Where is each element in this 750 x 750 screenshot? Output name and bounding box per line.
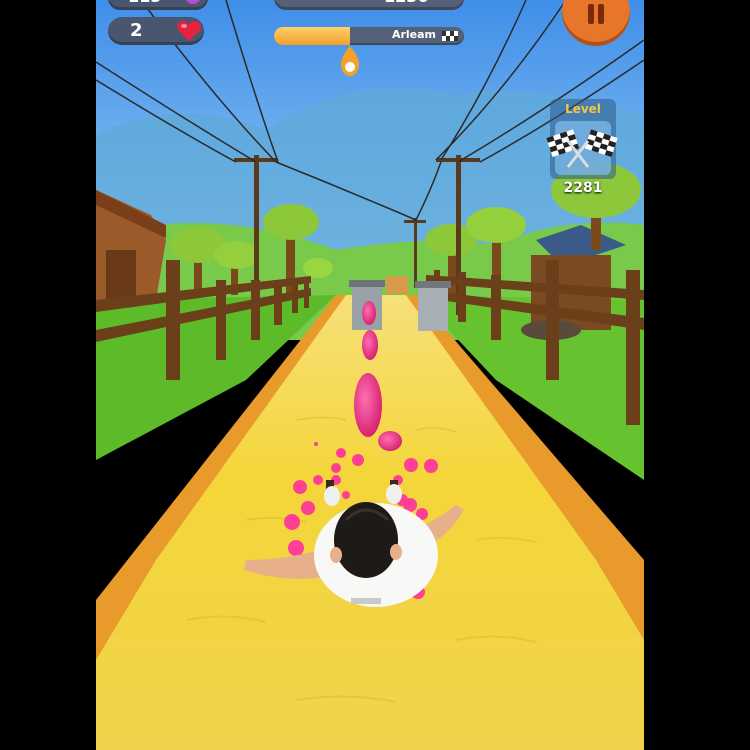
progress-label: Arleam — [391, 28, 436, 41]
gems-count: 115 — [128, 0, 161, 6]
location-pin-icon — [340, 46, 360, 76]
xp-label: XS — [288, 0, 309, 3]
level-score: 2281 — [563, 180, 603, 196]
level-label: Level — [565, 102, 601, 116]
checkered-flags-icon — [546, 129, 618, 168]
level-progress-bar: Arleam — [274, 27, 464, 45]
lives-counter: 2 — [108, 17, 204, 45]
lives-count: 2 — [130, 20, 143, 41]
pause-icon — [588, 4, 604, 24]
score-value: 1236 — [384, 0, 429, 6]
purple-gem-icon — [186, 0, 200, 4]
gems-counter: 115 — [108, 0, 208, 10]
checkered-mini-icon — [442, 31, 458, 41]
score-panel: XS 1236 — [274, 0, 464, 10]
level-panel: Level 2281 — [546, 99, 618, 199]
heart-icon — [177, 21, 201, 41]
level-progress-fill — [274, 27, 350, 45]
distant-barricade — [386, 276, 408, 294]
game-viewport[interactable]: 115 2 XS 1236 Arleam — [96, 0, 644, 750]
trash-can-right — [415, 281, 451, 331]
